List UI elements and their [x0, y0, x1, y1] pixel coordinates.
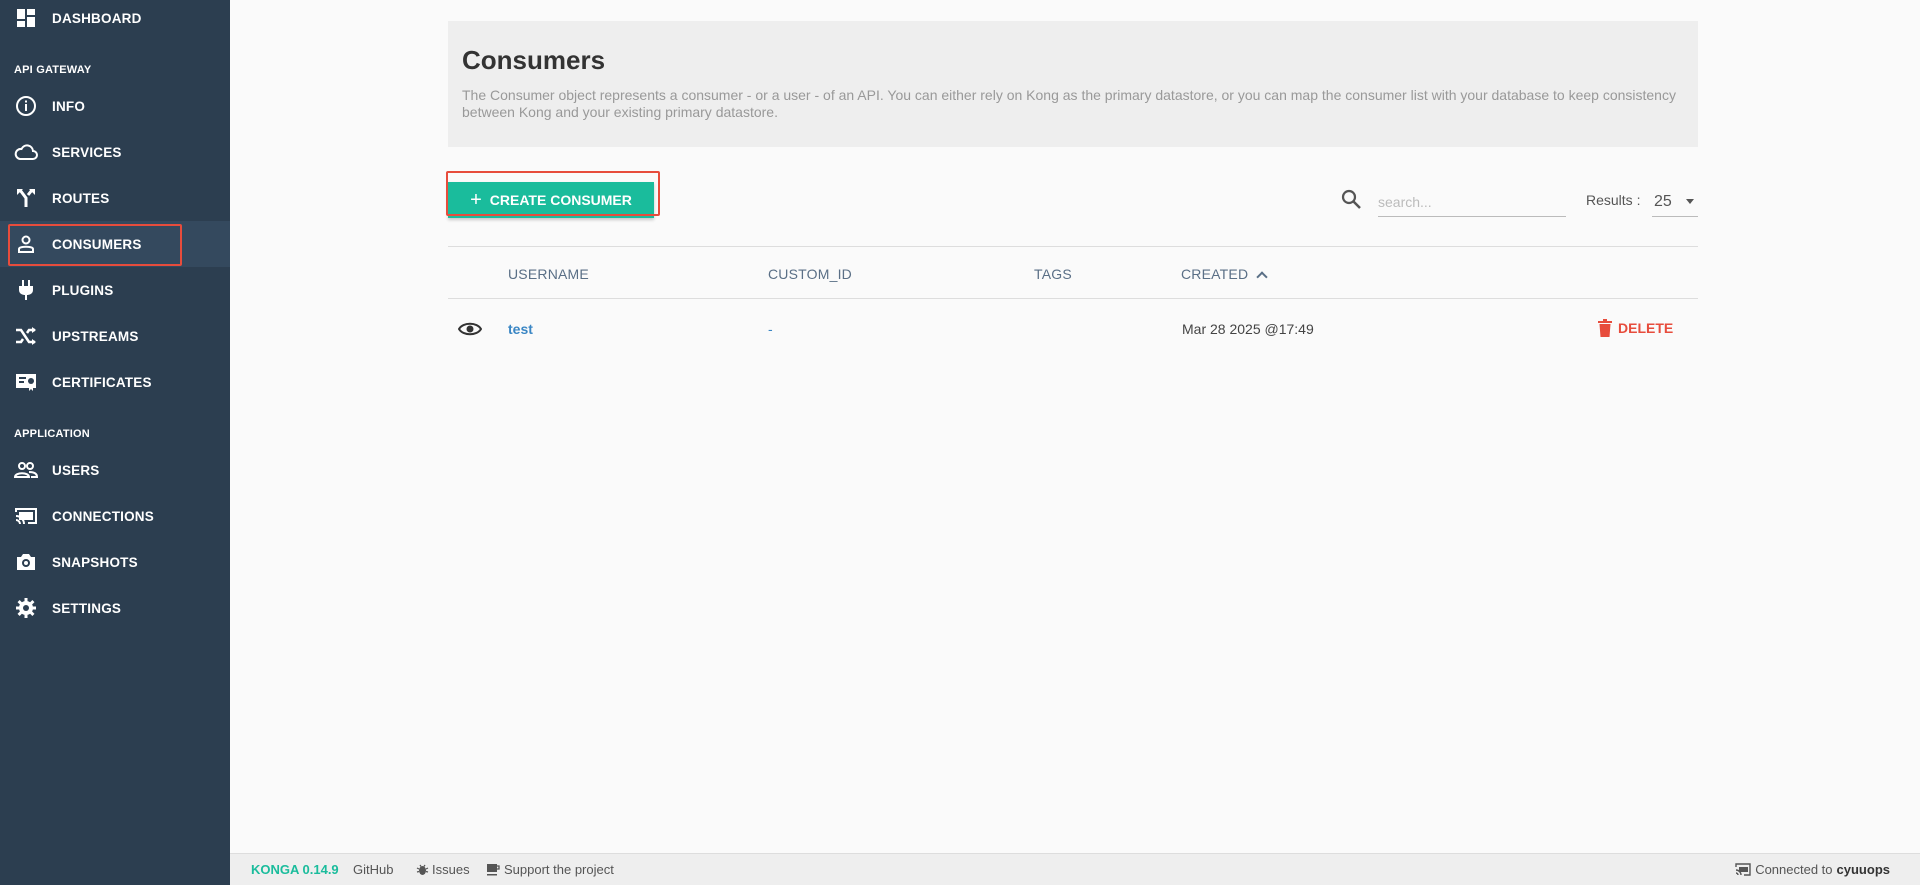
sidebar-item-label: INFO — [52, 98, 86, 114]
sidebar-item-label: UPSTREAMS — [52, 328, 139, 344]
results-label: Results : — [1586, 192, 1641, 208]
column-header-tags[interactable]: TAGS — [1034, 266, 1072, 282]
footer: KONGA 0.14.9 GitHub Issues Support the p… — [230, 853, 1920, 885]
sidebar-item-snapshots[interactable]: SNAPSHOTS — [0, 539, 230, 585]
consumer-username-link[interactable]: test — [508, 321, 533, 337]
column-header-created[interactable]: CREATED — [1181, 266, 1268, 283]
issues-link[interactable]: Issues — [416, 862, 470, 877]
sidebar-item-upstreams[interactable]: UPSTREAMS — [0, 313, 230, 359]
person-icon — [14, 232, 38, 256]
plug-icon — [14, 278, 38, 302]
page-header: Consumers The Consumer object represents… — [448, 21, 1698, 147]
sidebar-item-label: ROUTES — [52, 190, 110, 206]
people-icon — [14, 458, 38, 482]
connection-status: Connected to cyuuops — [1735, 862, 1890, 877]
sidebar-item-users[interactable]: USERS — [0, 447, 230, 493]
consumers-table: USERNAME CUSTOM_ID TAGS CREATED test - M… — [448, 246, 1698, 363]
cloud-icon — [14, 140, 38, 164]
sidebar-item-label: CERTIFICATES — [52, 374, 152, 390]
shuffle-icon — [14, 324, 38, 348]
sidebar-item-label: SERVICES — [52, 144, 122, 160]
page-title: Consumers — [462, 45, 606, 75]
section-api-gateway: API GATEWAY — [14, 64, 92, 76]
issues-label: Issues — [432, 862, 470, 877]
plus-icon: + — [470, 189, 482, 211]
connection-prefix: Connected to — [1755, 862, 1833, 877]
sidebar-item-dashboard[interactable]: DASHBOARD — [0, 0, 230, 41]
delete-label: DELETE — [1618, 320, 1674, 336]
github-link[interactable]: GitHub — [353, 862, 393, 877]
table-row: test - Mar 28 2025 @17:49 DELETE — [448, 299, 1698, 363]
delete-button[interactable]: DELETE — [1598, 319, 1673, 337]
sidebar-item-certificates[interactable]: CERTIFICATES — [0, 359, 230, 405]
sidebar-item-label: PLUGINS — [52, 282, 114, 298]
coffee-icon — [487, 864, 500, 876]
info-icon — [14, 94, 38, 118]
cast-icon — [1735, 863, 1751, 876]
sidebar-item-label: CONSUMERS — [52, 236, 142, 252]
sidebar-item-plugins[interactable]: PLUGINS — [0, 267, 230, 313]
consumer-created: Mar 28 2025 @17:49 — [1182, 321, 1314, 337]
sidebar-item-label: CONNECTIONS — [52, 508, 154, 524]
sidebar-item-label: SETTINGS — [52, 600, 122, 616]
results-per-page-select[interactable]: 25 — [1652, 187, 1698, 217]
sidebar: DASHBOARD API GATEWAY INFO SERVICES ROUT… — [0, 0, 230, 885]
results-value: 25 — [1654, 192, 1672, 210]
section-application: APPLICATION — [14, 428, 90, 440]
sidebar-item-label: USERS — [52, 462, 100, 478]
sidebar-item-settings[interactable]: SETTINGS — [0, 585, 230, 631]
sidebar-item-routes[interactable]: ROUTES — [0, 175, 230, 221]
gear-icon — [14, 596, 38, 620]
footer-brand[interactable]: KONGA 0.14.9 — [251, 862, 339, 877]
eye-icon[interactable] — [457, 320, 483, 340]
sidebar-item-services[interactable]: SERVICES — [0, 129, 230, 175]
page-description: The Consumer object represents a consume… — [462, 87, 1676, 120]
create-consumer-label: CREATE CONSUMER — [489, 192, 632, 208]
chevron-down-icon — [1686, 199, 1694, 204]
bug-icon — [416, 864, 429, 875]
camera-icon — [14, 550, 38, 574]
sidebar-item-info[interactable]: INFO — [0, 83, 230, 129]
sidebar-item-consumers[interactable]: CONSUMERS — [0, 221, 230, 267]
main-content: Consumers The Consumer object represents… — [230, 0, 1920, 853]
create-consumer-button[interactable]: + CREATE CONSUMER — [448, 182, 654, 218]
routes-icon — [14, 186, 38, 210]
search-input[interactable] — [1378, 187, 1566, 217]
consumer-custom-id: - — [768, 321, 773, 337]
sidebar-item-connections[interactable]: CONNECTIONS — [0, 493, 230, 539]
dashboard-icon — [14, 6, 38, 30]
sidebar-item-label: DASHBOARD — [52, 10, 142, 26]
cast-icon — [14, 504, 38, 528]
trash-icon — [1598, 319, 1612, 337]
table-header: USERNAME CUSTOM_ID TAGS CREATED — [448, 246, 1698, 299]
support-label: Support the project — [504, 862, 614, 877]
certificate-icon — [14, 370, 38, 394]
sort-ascending-icon — [1256, 271, 1268, 283]
column-header-custom-id[interactable]: CUSTOM_ID — [768, 266, 852, 282]
search-icon[interactable] — [1340, 188, 1362, 210]
column-header-username[interactable]: USERNAME — [508, 266, 589, 282]
support-link[interactable]: Support the project — [486, 862, 614, 877]
sidebar-item-label: SNAPSHOTS — [52, 554, 138, 570]
column-header-created-label: CREATED — [1181, 266, 1249, 282]
connection-name: cyuuops — [1836, 862, 1890, 877]
